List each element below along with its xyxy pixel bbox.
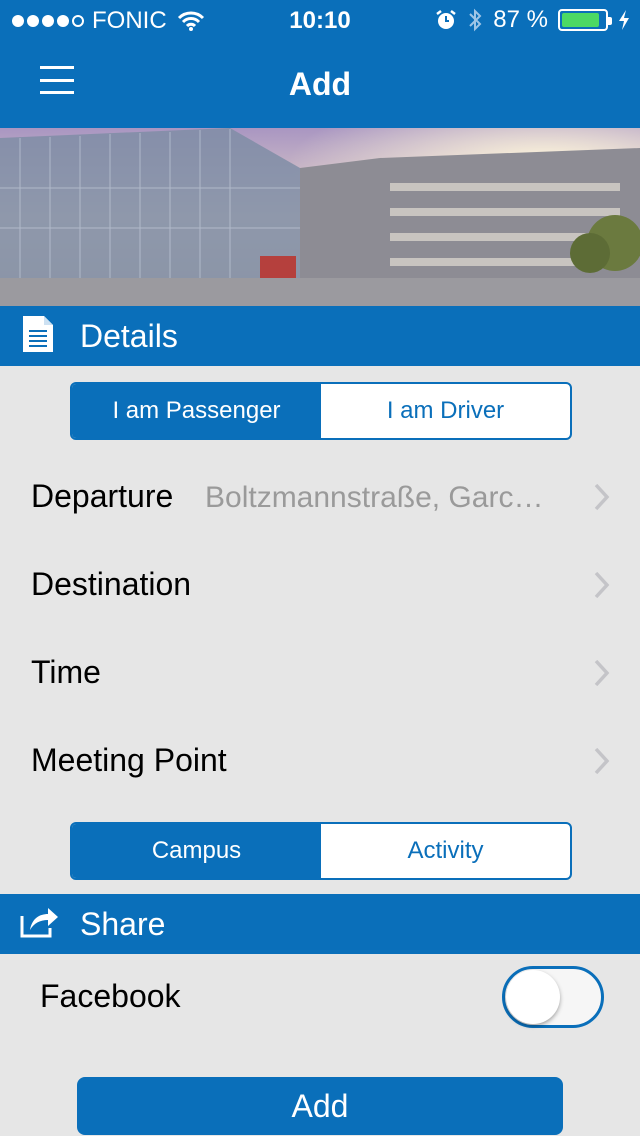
location-segmented-control: Campus Activity <box>70 822 572 880</box>
charging-bolt-icon <box>619 10 629 30</box>
chevron-right-icon <box>594 571 610 599</box>
details-section-header: Details <box>0 306 640 366</box>
navigation-bar: Add <box>0 40 640 128</box>
meeting-point-row[interactable]: Meeting Point <box>0 718 640 806</box>
time-label: Time <box>31 654 101 690</box>
segment-passenger[interactable]: I am Passenger <box>72 384 321 438</box>
destination-label: Destination <box>31 566 192 602</box>
time-row[interactable]: Time <box>0 630 640 718</box>
toggle-knob <box>506 970 560 1024</box>
segment-driver[interactable]: I am Driver <box>321 384 570 438</box>
segment-campus[interactable]: Campus <box>72 824 321 878</box>
meeting-point-label: Meeting Point <box>31 742 227 778</box>
battery-percent: 87 % <box>493 6 548 33</box>
details-section-title: Details <box>80 318 178 354</box>
campus-header-image <box>0 128 640 306</box>
document-icon <box>23 316 53 352</box>
chevron-right-icon <box>594 747 610 775</box>
battery-icon <box>558 9 612 31</box>
chevron-right-icon <box>594 483 610 511</box>
status-bar: FONIC 10:10 87 % <box>0 0 640 40</box>
destination-row[interactable]: Destination <box>0 542 640 630</box>
share-section-header: Share <box>0 894 640 954</box>
campus-building-illustration <box>0 128 640 306</box>
add-button[interactable]: Add <box>77 1077 563 1135</box>
segment-activity[interactable]: Activity <box>321 824 570 878</box>
share-section-title: Share <box>80 906 166 942</box>
bluetooth-icon <box>469 8 482 32</box>
departure-label: Departure <box>31 478 174 514</box>
facebook-toggle[interactable] <box>502 966 604 1028</box>
chevron-right-icon <box>594 659 610 687</box>
facebook-label: Facebook <box>40 978 181 1014</box>
role-segmented-control: I am Passenger I am Driver <box>70 382 572 440</box>
departure-value: Boltzmannstraße, Garc… <box>205 481 544 514</box>
status-right-group: 87 % <box>435 6 630 34</box>
departure-row[interactable]: Departure Boltzmannstraße, Garc… <box>0 454 640 542</box>
share-icon <box>20 908 58 938</box>
page-title: Add <box>288 66 352 102</box>
alarm-icon <box>436 10 457 29</box>
battery-level-fill <box>562 13 599 27</box>
